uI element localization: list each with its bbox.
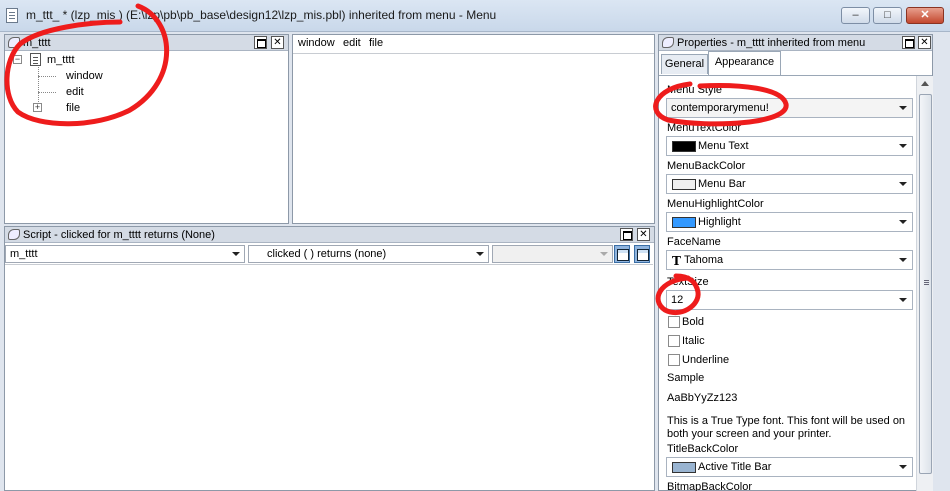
tree-item-edit[interactable]: edit [66, 86, 84, 98]
script-pane-title: Script - clicked for m_tttt returns (Non… [23, 229, 215, 241]
properties-pane-header: Properties - m_tttt inherited from menu … [659, 35, 932, 51]
sample-label: Sample [667, 372, 705, 384]
tree-item-m_tttt[interactable]: m_tttt [47, 54, 75, 66]
window-titlebar: m_ttt_ * (lzp_mis ) (E:\lzp\pb\pb_base\d… [0, 0, 950, 32]
script-pane-header: Script - clicked for m_tttt returns (Non… [5, 227, 654, 243]
underline-label: Underline [682, 354, 730, 366]
title-back-color-value: Active Title Bar [698, 461, 772, 473]
menu-object-icon [30, 53, 41, 66]
font-note-line2: both your screen and your printer. [667, 428, 832, 440]
title-back-color-label: TitleBackColor [667, 443, 739, 455]
minimize-button[interactable]: – [841, 7, 870, 24]
bold-checkbox[interactable] [668, 316, 680, 328]
tree-pane-title: m_tttt [23, 37, 51, 49]
window-title: m_ttt_ * (lzp_mis ) (E:\lzp\pb\pb_base\d… [26, 8, 497, 22]
menu-highlight-color-label: MenuHighlightColor [667, 198, 764, 210]
scroll-thumb[interactable] [919, 94, 932, 474]
menu-preview-pane [292, 34, 655, 224]
truetype-icon: T [672, 254, 681, 268]
menu-text-color-value: Menu Text [698, 140, 749, 152]
face-name-select[interactable]: T Tahoma [666, 250, 913, 270]
expand-icon[interactable]: + [33, 103, 42, 112]
sample-text: AaBbYyZz123 [667, 392, 738, 404]
pane-icon [8, 37, 20, 48]
close-pane-icon[interactable]: ✕ [637, 228, 650, 241]
tree-item-window[interactable]: window [66, 70, 103, 82]
menu-preview-file[interactable]: file [369, 37, 383, 49]
face-name-value: Tahoma [684, 254, 724, 266]
close-pane-icon[interactable]: ✕ [918, 36, 931, 49]
menu-highlight-color-select[interactable]: Highlight [666, 212, 913, 232]
scroll-up-icon[interactable] [921, 81, 929, 86]
text-size-value: 12 [671, 294, 684, 306]
event-select[interactable]: clicked ( ) returns (none) [248, 245, 489, 263]
maximize-pane-button[interactable] [902, 36, 915, 49]
tree-line [38, 92, 56, 93]
script-pane: Script - clicked for m_tttt returns (Non… [4, 226, 655, 491]
maximize-pane-button[interactable] [620, 228, 633, 241]
color-swatch [672, 217, 696, 228]
pane-icon [8, 229, 20, 240]
italic-checkbox[interactable] [668, 335, 680, 347]
menu-back-color-select[interactable]: Menu Bar [666, 174, 913, 194]
menu-style-label: Menu Style [667, 84, 723, 96]
menu-preview-window[interactable]: window [298, 37, 335, 49]
menu-preview-edit[interactable]: edit [343, 37, 361, 49]
object-select-value: m_tttt [10, 248, 38, 260]
tab-appearance[interactable]: Appearance [708, 51, 781, 75]
menu-style-value: contemporarymenu! [671, 102, 769, 114]
menu-style-select[interactable]: contemporarymenu! [666, 98, 913, 118]
collapse-icon[interactable]: − [13, 55, 22, 64]
script-layout-icon[interactable] [614, 245, 630, 263]
italic-label: Italic [682, 335, 705, 347]
menu-highlight-color-value: Highlight [698, 216, 741, 228]
document-icon [6, 8, 18, 23]
color-swatch [672, 141, 696, 152]
text-size-input[interactable]: 12 [666, 290, 913, 310]
tree-item-file[interactable]: file [66, 102, 80, 114]
script-toggle-icon[interactable] [634, 245, 650, 263]
menu-text-color-label: MenuTextColor [667, 122, 741, 134]
font-note-line1: This is a True Type font. This font will… [667, 415, 906, 427]
close-button[interactable]: ✕ [906, 7, 944, 24]
color-swatch [672, 462, 696, 473]
menu-back-color-label: MenuBackColor [667, 160, 746, 172]
close-pane-icon[interactable]: ✕ [271, 36, 284, 49]
text-size-label: TextSize [667, 276, 709, 288]
title-back-color-select[interactable]: Active Title Bar [666, 457, 913, 477]
bitmap-back-color-label: BitmapBackColor [667, 481, 752, 491]
ancestor-select[interactable] [492, 245, 613, 263]
properties-pane-title: Properties - m_tttt inherited from menu [677, 37, 866, 49]
tab-general[interactable]: General [661, 54, 708, 74]
color-swatch [672, 179, 696, 190]
underline-checkbox[interactable] [668, 354, 680, 366]
tree-pane-header: m_tttt ✕ [5, 35, 288, 51]
properties-scrollbar[interactable] [916, 76, 933, 491]
tree-line [38, 76, 56, 77]
event-select-value: clicked ( ) returns (none) [267, 248, 387, 260]
object-select[interactable]: m_tttt [5, 245, 245, 263]
maximize-pane-button[interactable] [254, 36, 267, 49]
face-name-label: FaceName [667, 236, 721, 248]
menu-back-color-value: Menu Bar [698, 178, 746, 190]
pane-icon [662, 37, 674, 48]
bold-label: Bold [682, 316, 705, 328]
menu-text-color-select[interactable]: Menu Text [666, 136, 913, 156]
maximize-button[interactable]: □ [873, 7, 902, 24]
